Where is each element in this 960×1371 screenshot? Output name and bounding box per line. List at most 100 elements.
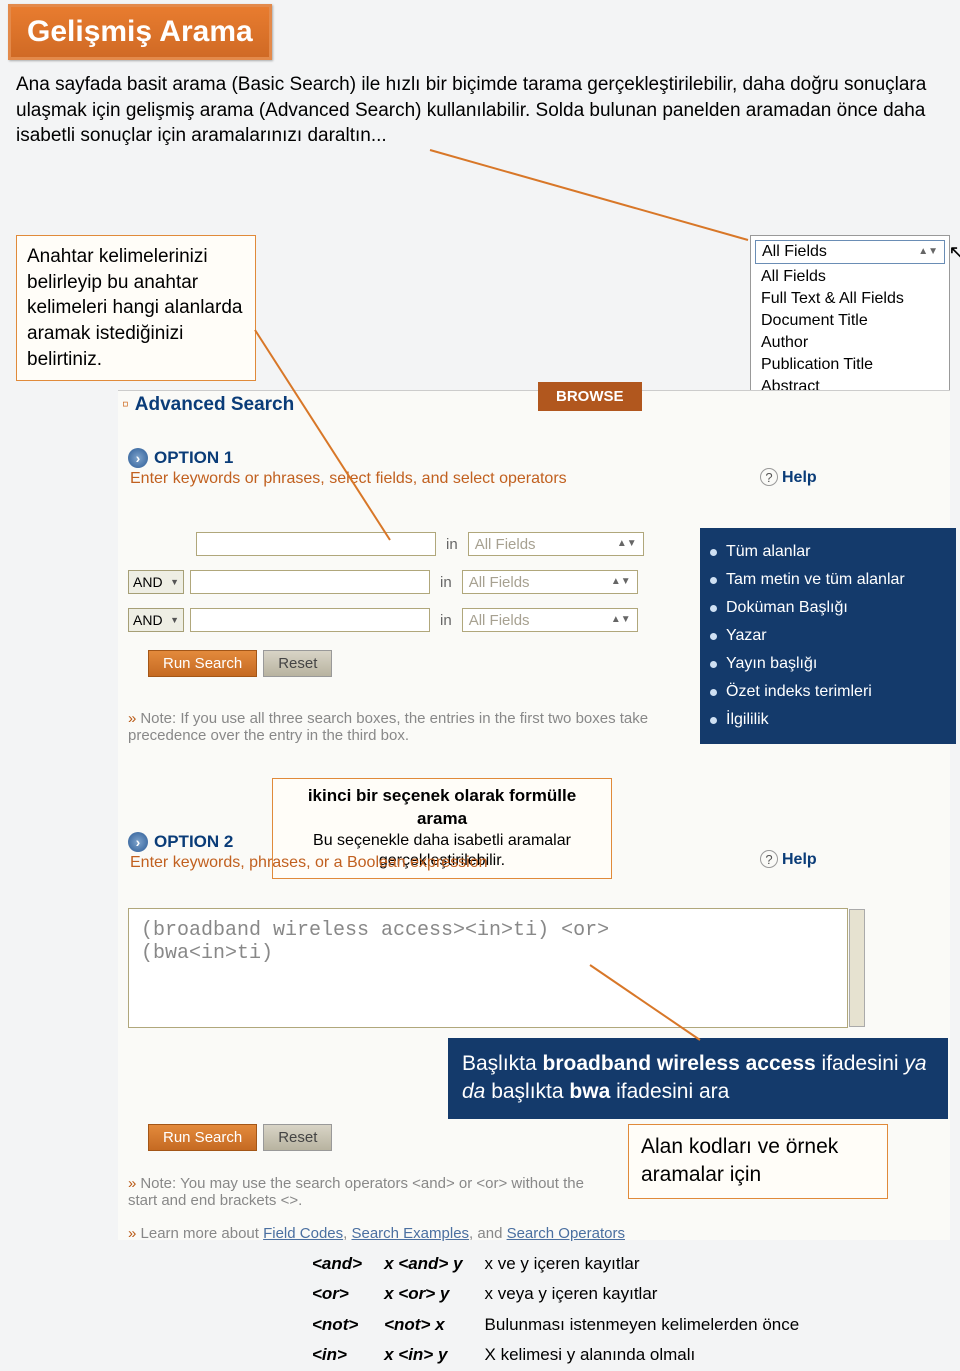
reset-button[interactable]: Reset — [263, 650, 332, 677]
operator-select-1[interactable]: AND ▼ — [128, 570, 184, 594]
operator-label: AND — [133, 612, 163, 628]
dropdown-option[interactable]: Author — [751, 332, 949, 354]
run-search-button[interactable]: Run Search — [148, 650, 257, 677]
dropdown-option[interactable]: Publication Title — [751, 354, 949, 376]
advanced-search-label: Advanced Search — [135, 394, 294, 415]
option1-bullet-icon: › — [128, 448, 148, 468]
keyword-input-3[interactable] — [190, 608, 430, 632]
callout-field-codes: Alan kodları ve örnek aramalar için — [628, 1124, 888, 1199]
legend-item: Yazar — [700, 622, 956, 650]
op-cell: <in> — [302, 1341, 372, 1369]
explain-b2: bwa — [569, 1080, 610, 1103]
legend-item: Tüm alanlar — [700, 538, 956, 566]
note-text: Note: If you use all three search boxes,… — [128, 710, 648, 744]
dropdown-option[interactable]: Document Title — [751, 310, 949, 332]
help-label: Help — [782, 469, 817, 486]
chevron-down-icon: ▼ — [170, 577, 179, 587]
legend-item: Özet indeks terimleri — [700, 678, 956, 706]
link-search-examples[interactable]: Search Examples — [351, 1225, 469, 1242]
op-cell: <or> — [302, 1280, 372, 1308]
spinner-icon: ▲▼ — [617, 540, 637, 548]
ex-cell: x <in> y — [374, 1341, 472, 1369]
in-label: in — [446, 536, 458, 553]
field-select-label: All Fields — [475, 536, 536, 553]
link-field-codes[interactable]: Field Codes — [263, 1225, 343, 1242]
operator-select-2[interactable]: AND▼ — [128, 608, 184, 632]
ex-cell: x <and> y — [374, 1250, 472, 1278]
field-select-label: All Fields — [469, 574, 530, 591]
in-label: in — [440, 574, 452, 591]
option2-bullet-icon: › — [128, 832, 148, 852]
desc-cell: x ve y içeren kayıtlar — [475, 1250, 810, 1278]
tab-browse[interactable]: BROWSE — [538, 382, 642, 411]
help-link[interactable]: ?Help — [760, 850, 817, 869]
operator-label: AND — [133, 574, 163, 590]
reset-button[interactable]: Reset — [263, 1124, 332, 1151]
desc-cell: x veya y içeren kayıtlar — [475, 1280, 810, 1308]
boolean-textarea[interactable]: (broadband wireless access><in>ti) <or> … — [128, 908, 848, 1028]
table-row: <not><not> xBulunması istenmeyen kelimel… — [302, 1311, 809, 1339]
table-row: <in>x <in> yX kelimesi y alanında olmalı — [302, 1341, 809, 1369]
spinner-icon: ▲▼ — [611, 578, 631, 586]
keyword-input-2[interactable] — [190, 570, 430, 594]
note-text: Note: You may use the search operators <… — [128, 1175, 584, 1209]
search-row-1: in All Fields ▲▼ — [128, 532, 644, 556]
scrollbar[interactable] — [849, 909, 865, 1027]
option1-subtitle: Enter keywords or phrases, select fields… — [130, 470, 567, 488]
table-row: <and>x <and> yx ve y içeren kayıtlar — [302, 1250, 809, 1278]
option2-header: › OPTION 2 — [128, 832, 233, 852]
field-select-3[interactable]: All Fields ▲▼ — [462, 608, 638, 632]
spinner-icon: ▲▼ — [918, 248, 938, 256]
op-cell: <and> — [302, 1250, 372, 1278]
field-legend-panel: Tüm alanlar Tam metin ve tüm alanlar Dok… — [700, 528, 956, 744]
callout-option2-title: ikinci bir seçenek olarak formülle arama — [308, 786, 576, 828]
legend-item: Tam metin ve tüm alanlar — [700, 566, 956, 594]
callout-keywords: Anahtar kelimelerinizi belirleyip bu ana… — [16, 235, 256, 381]
learn-more-pre: Learn more about — [141, 1225, 264, 1242]
option1-label: OPTION 1 — [154, 448, 233, 468]
advanced-search-heading: ▫Advanced Search — [118, 390, 298, 420]
ex-cell: <not> x — [374, 1311, 472, 1339]
in-label: in — [440, 612, 452, 629]
explain-mid2: başlıkta — [485, 1080, 569, 1103]
desc-cell: Bulunması istenmeyen kelimelerden önce — [475, 1311, 810, 1339]
desc-cell: X kelimesi y alanında olmalı — [475, 1341, 810, 1369]
explain-b1: broadband wireless access — [543, 1052, 816, 1075]
help-link[interactable]: ?Help — [760, 468, 817, 487]
note-option1: »Note: If you use all three search boxes… — [128, 710, 688, 744]
page-title: Gelişmiş Arama — [8, 4, 272, 60]
legend-item: İlgililik — [700, 706, 956, 734]
legend-item: Doküman Başlığı — [700, 594, 956, 622]
dropdown-option[interactable]: Full Text & All Fields — [751, 288, 949, 310]
button-row-1: Run Search Reset — [148, 650, 332, 677]
button-row-2: Run Search Reset — [148, 1124, 332, 1151]
learn-more: » Learn more about Field Codes, Search E… — [128, 1225, 625, 1242]
explain-pre: Başlıkta — [462, 1052, 543, 1075]
explain-panel: Başlıkta broadband wireless access ifade… — [448, 1038, 948, 1119]
field-select-1[interactable]: All Fields ▲▼ — [468, 532, 644, 556]
option1-header: › OPTION 1 — [128, 448, 233, 468]
search-row-2: AND ▼ in All Fields ▲▼ — [128, 570, 638, 594]
help-label: Help — [782, 851, 817, 868]
help-icon: ? — [760, 468, 778, 486]
keyword-input-1[interactable] — [196, 532, 436, 556]
dropdown-selected[interactable]: All Fields ▲▼ — [755, 240, 945, 264]
link-search-operators[interactable]: Search Operators — [507, 1225, 625, 1242]
legend-item: Yayın başlığı — [700, 650, 956, 678]
field-select-2[interactable]: All Fields ▲▼ — [462, 570, 638, 594]
ex-cell: x <or> y — [374, 1280, 472, 1308]
table-row: <or>x <or> yx veya y içeren kayıtlar — [302, 1280, 809, 1308]
dropdown-option[interactable]: All Fields — [751, 266, 949, 288]
spinner-icon: ▲▼ — [611, 616, 631, 624]
operator-table: <and>x <and> yx ve y içeren kayıtlar <or… — [300, 1248, 811, 1371]
dropdown-selected-label: All Fields — [762, 243, 827, 261]
field-select-label: All Fields — [469, 612, 530, 629]
option2-label: OPTION 2 — [154, 832, 233, 852]
explain-post: ifadesini ara — [610, 1080, 729, 1103]
option2-subtitle: Enter keywords, phrases, or a Boolean ex… — [130, 854, 488, 872]
op-cell: <not> — [302, 1311, 372, 1339]
run-search-button[interactable]: Run Search — [148, 1124, 257, 1151]
search-row-3: AND▼ in All Fields ▲▼ — [128, 608, 638, 632]
boolean-expr-text: (broadband wireless access><in>ti) <or> … — [141, 919, 609, 965]
explain-mid: ifadesini — [816, 1052, 905, 1075]
